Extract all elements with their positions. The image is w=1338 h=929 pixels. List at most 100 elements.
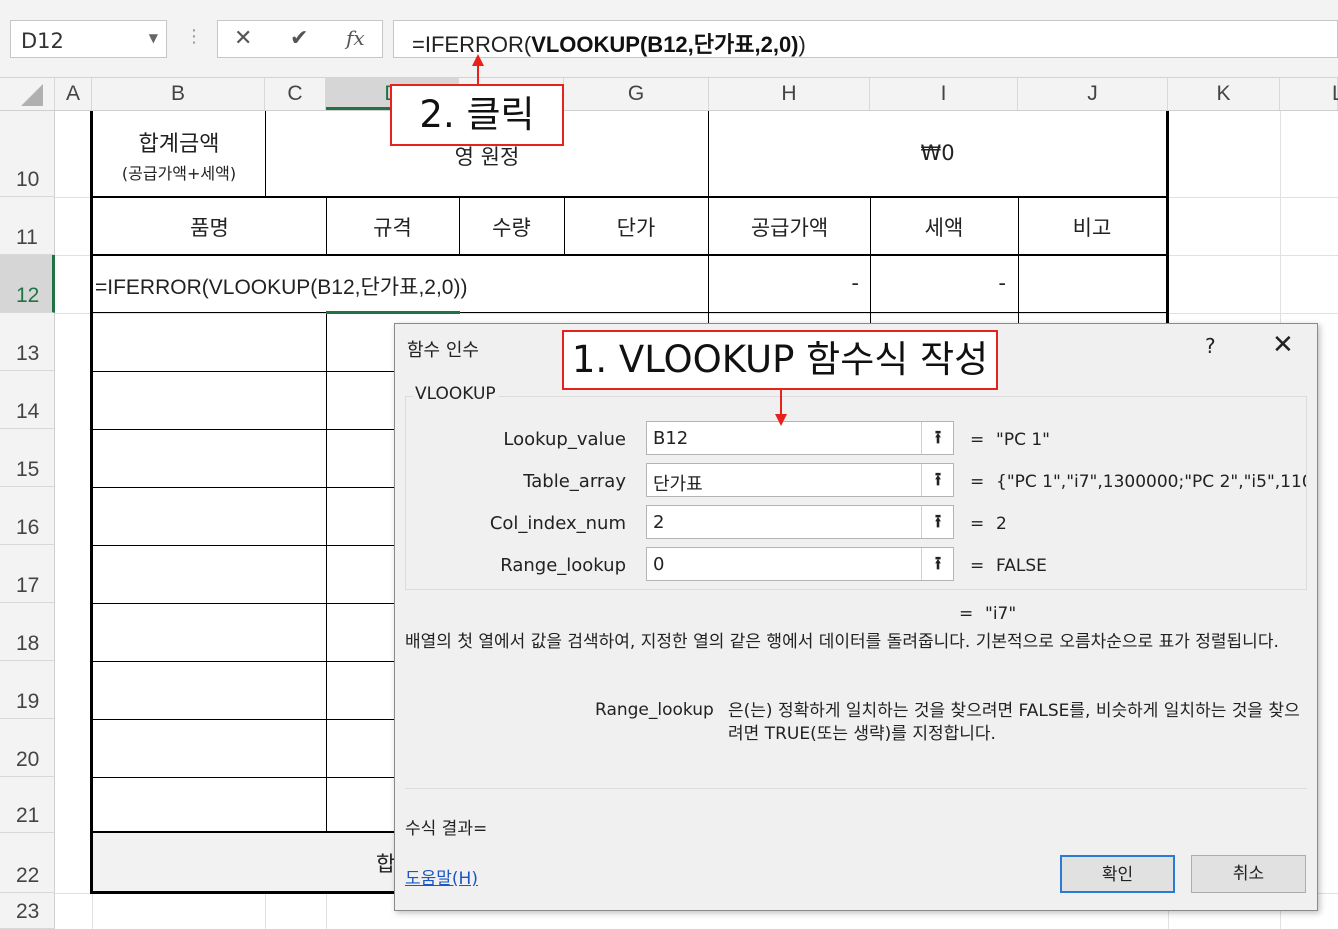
header-qty[interactable]: 수량 xyxy=(459,212,564,242)
header-spec[interactable]: 규격 xyxy=(326,212,459,242)
callout-arrow xyxy=(780,390,782,414)
grip-icon[interactable]: ⋮ xyxy=(185,26,203,47)
arg-label-col-index-num: Col_index_num xyxy=(489,513,626,534)
formula-bold-part: VLOOKUP(B12,단가표,2,0) xyxy=(531,32,799,57)
col-header-k[interactable]: K xyxy=(1168,78,1280,110)
row-number: 20 xyxy=(16,748,40,771)
table-border xyxy=(93,371,394,372)
lookup-value-input[interactable]: B12 xyxy=(646,421,954,455)
arrow-down-icon xyxy=(775,414,787,426)
chevron-down-icon[interactable]: ▼ xyxy=(149,31,158,45)
row-number: 21 xyxy=(16,804,40,827)
row-header-18[interactable]: 18 xyxy=(0,603,55,661)
row-header-10[interactable]: 10 xyxy=(0,111,55,197)
table-border xyxy=(93,661,394,662)
header-item-name[interactable]: 품명 xyxy=(93,212,326,242)
row-header-16[interactable]: 16 xyxy=(0,487,55,545)
row-header-23[interactable]: 23 xyxy=(0,893,55,929)
table-border xyxy=(90,196,1169,198)
enter-icon[interactable]: ✔ xyxy=(290,26,308,51)
collapse-dialog-icon[interactable]: ⭱ xyxy=(921,548,954,580)
col-header-g[interactable]: G xyxy=(564,78,709,110)
table-border xyxy=(93,719,394,720)
row-header-21[interactable]: 21 xyxy=(0,777,55,833)
arg-help-name: Range_lookup xyxy=(595,700,714,720)
col-index-num-input[interactable]: 2 xyxy=(646,505,954,539)
active-cell-indicator xyxy=(326,311,460,314)
table-border xyxy=(93,603,394,604)
collapse-dialog-icon[interactable]: ⭱ xyxy=(921,506,954,538)
collapse-dialog-icon[interactable]: ⭱ xyxy=(921,422,954,454)
ok-button[interactable]: 확인 xyxy=(1060,855,1175,893)
total-sub-label[interactable]: (공급가액+세액) xyxy=(93,160,265,184)
row-header-15[interactable]: 15 xyxy=(0,429,55,487)
formula-bar: D12 ▼ ⋮ ✕ ✔ fx =IFERROR(VLOOKUP(B12,단가표,… xyxy=(0,0,1338,78)
table-array-result: {"PC 1","i7",1300000;"PC 2","i5",110 xyxy=(996,472,1306,492)
table-border xyxy=(93,429,394,430)
row-header-12[interactable]: 12 xyxy=(0,255,55,313)
row-header-14[interactable]: 14 xyxy=(0,371,55,429)
function-name: VLOOKUP xyxy=(413,384,498,404)
callout-step2: 2. 클릭 xyxy=(390,84,564,146)
col-header-i[interactable]: I xyxy=(870,78,1018,110)
cancel-icon[interactable]: ✕ xyxy=(234,26,252,51)
row-header-13[interactable]: 13 xyxy=(0,313,55,371)
arrow-up-icon xyxy=(472,54,484,66)
col-header-l[interactable]: L xyxy=(1280,78,1338,110)
dialog-title: 함수 인수 xyxy=(407,340,479,361)
header-supply-value[interactable]: 공급가액 xyxy=(709,212,870,242)
table-array-input[interactable]: 단가표 xyxy=(646,463,954,497)
function-arguments-dialog: 함수 인수 ? ✕ Lookup_value B12 ⭱ = "PC 1" Ta… xyxy=(394,323,1318,911)
total-row-fill xyxy=(93,833,394,891)
close-icon[interactable]: ✕ xyxy=(1272,330,1294,360)
total-row-text[interactable]: 합 xyxy=(376,848,395,878)
table-border xyxy=(326,313,327,833)
cancel-button[interactable]: 취소 xyxy=(1191,855,1306,893)
row-header-11[interactable]: 11 xyxy=(0,197,55,255)
table-border xyxy=(93,487,394,488)
divider xyxy=(405,788,1307,789)
cell-d12-formula[interactable]: =IFERROR(VLOOKUP(B12,단가표,2,0)) xyxy=(95,271,467,301)
header-unit-price[interactable]: 단가 xyxy=(564,212,708,242)
help-link[interactable]: 도움말(H) xyxy=(405,864,478,889)
col-header-h[interactable]: H xyxy=(709,78,870,110)
col-index-num-result: 2 xyxy=(996,514,1007,534)
arguments-group: Lookup_value B12 ⭱ = "PC 1" Table_array … xyxy=(405,396,1307,590)
header-note[interactable]: 비고 xyxy=(1018,212,1166,242)
arg-label-range-lookup: Range_lookup xyxy=(500,555,626,576)
range-lookup-result: FALSE xyxy=(996,556,1047,576)
col-header-b[interactable]: B xyxy=(92,78,265,110)
row-header-17[interactable]: 17 xyxy=(0,545,55,603)
formula-input[interactable]: =IFERROR(VLOOKUP(B12,단가표,2,0)) xyxy=(393,20,1338,58)
row-number: 10 xyxy=(16,168,40,191)
function-description: 배열의 첫 열에서 값을 검색하여, 지정한 열의 같은 행에서 데이터를 돌려… xyxy=(405,632,1279,652)
row-number: 23 xyxy=(16,900,40,923)
col-header-c[interactable]: C xyxy=(265,78,326,110)
row-header-22[interactable]: 22 xyxy=(0,833,55,893)
equals-sign: = xyxy=(970,556,985,576)
range-lookup-input[interactable]: 0 xyxy=(646,547,954,581)
row-header-20[interactable]: 20 xyxy=(0,719,55,777)
col-header-a[interactable]: A xyxy=(55,78,92,110)
row-number: 19 xyxy=(16,690,40,713)
select-all-corner[interactable] xyxy=(0,78,55,110)
name-box[interactable]: D12 ▼ xyxy=(10,20,167,58)
help-icon[interactable]: ? xyxy=(1205,334,1216,358)
header-tax[interactable]: 세액 xyxy=(870,212,1018,242)
formula-result-label: 수식 결과= xyxy=(405,819,488,839)
total-amount[interactable]: ₩0 xyxy=(709,141,1166,165)
equals-sign: = xyxy=(970,472,985,492)
total-label[interactable]: 합계금액 xyxy=(93,126,265,158)
col-header-j[interactable]: J xyxy=(1018,78,1168,110)
cell-h12[interactable]: - xyxy=(709,271,859,295)
row-header-19[interactable]: 19 xyxy=(0,661,55,719)
table-border xyxy=(90,312,1169,313)
formula-suffix: ) xyxy=(798,32,806,57)
insert-function-icon[interactable]: fx xyxy=(346,26,365,50)
row-number: 17 xyxy=(16,574,40,597)
table-border xyxy=(93,545,394,546)
row-number: 14 xyxy=(16,400,40,423)
callout-step1: 1. VLOOKUP 함수식 작성 xyxy=(562,330,998,390)
cell-i12[interactable]: - xyxy=(870,271,1006,295)
collapse-dialog-icon[interactable]: ⭱ xyxy=(921,464,954,496)
